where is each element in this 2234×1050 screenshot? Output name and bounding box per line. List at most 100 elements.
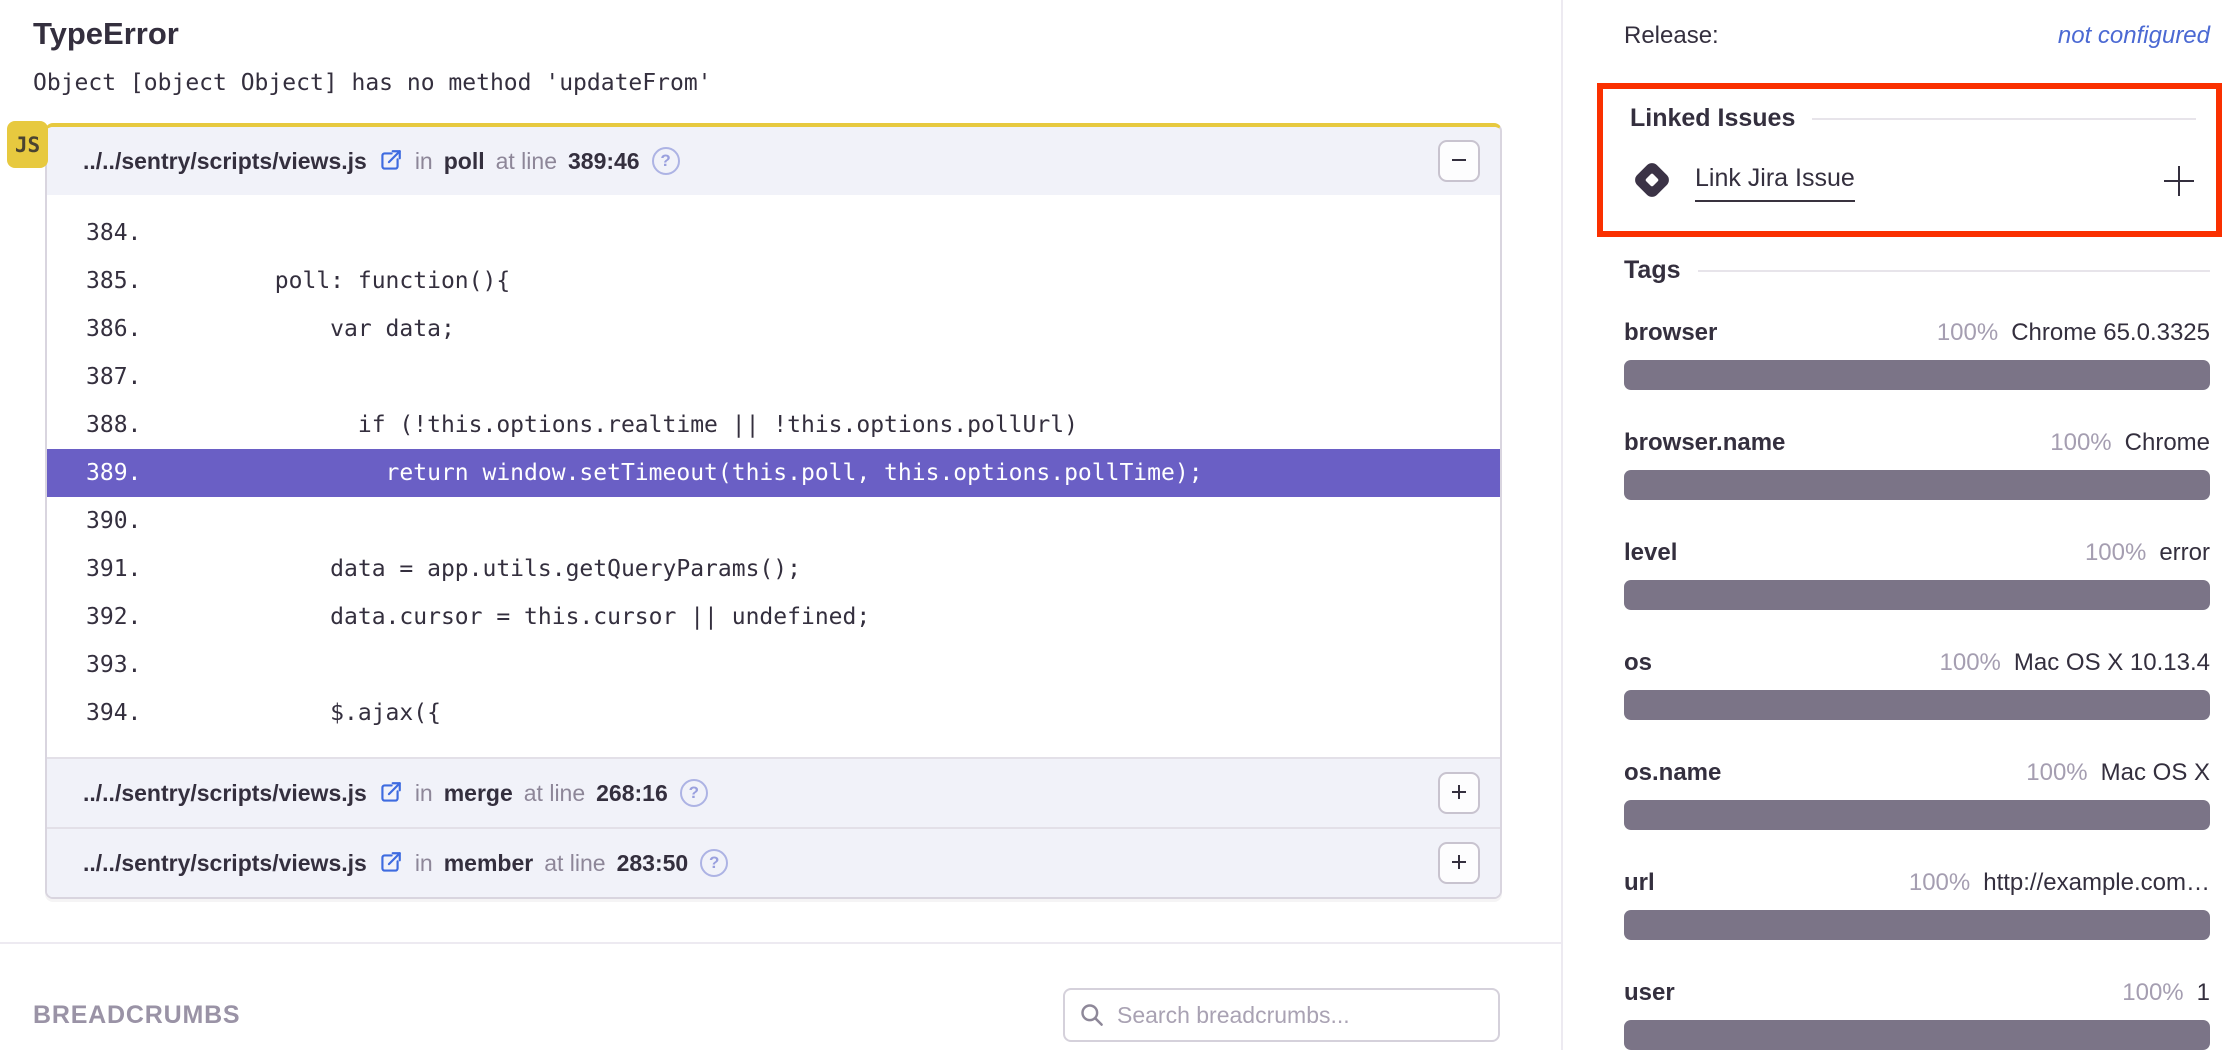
linked-issues-annotation-box: Linked Issues Link Jira Issue xyxy=(1597,83,2222,237)
line-code: if (!this.options.realtime || !this.opti… xyxy=(164,401,1078,449)
tag-key: level xyxy=(1624,539,1677,567)
line-code: $.ajax({ xyxy=(164,689,441,737)
tag-value-link[interactable]: error xyxy=(2159,539,2210,567)
frame-function: merge xyxy=(444,780,513,807)
tag-distribution-bar xyxy=(1624,360,2210,390)
line-number: 393. xyxy=(86,641,164,689)
header-rule xyxy=(1812,118,2196,120)
code-line: 392. data.cursor = this.cursor || undefi… xyxy=(47,593,1500,641)
release-not-configured-link[interactable]: not configured xyxy=(2058,22,2210,50)
tag-value-link[interactable]: http://example.com… xyxy=(1983,869,2210,897)
line-number: 388. xyxy=(86,401,164,449)
frame-line-number: 389:46 xyxy=(568,148,640,175)
frame-atline-label: at line xyxy=(496,148,557,175)
tag-key: browser xyxy=(1624,319,1717,347)
external-link-icon[interactable] xyxy=(377,780,403,806)
tag-value-link[interactable]: Chrome xyxy=(2125,429,2210,457)
release-label: Release: xyxy=(1624,22,1719,50)
expand-frame-button[interactable] xyxy=(1438,842,1480,884)
tag-value-link[interactable]: Chrome 65.0.3325 xyxy=(2011,319,2210,347)
frame-line-number: 268:16 xyxy=(596,780,668,807)
tag-value-link[interactable]: Mac OS X xyxy=(2101,759,2210,787)
exception-message: Object [object Object] has no method 'up… xyxy=(33,70,1561,96)
tag-row-url: url 100% http://example.com… xyxy=(1624,869,2210,940)
help-icon[interactable]: ? xyxy=(680,779,708,807)
add-linked-issue-button[interactable] xyxy=(2162,164,2196,201)
tag-row-level: level 100% error xyxy=(1624,539,2210,610)
line-number: 390. xyxy=(86,497,164,545)
line-code: poll: function(){ xyxy=(164,257,510,305)
link-jira-issue-link[interactable]: Link Jira Issue xyxy=(1695,164,1855,202)
line-number: 394. xyxy=(86,689,164,737)
frame-function: member xyxy=(444,850,533,877)
code-line: 393. xyxy=(47,641,1500,689)
plus-icon xyxy=(1449,852,1469,875)
frame-function: poll xyxy=(444,148,485,175)
tag-key: url xyxy=(1624,869,1655,897)
line-number: 384. xyxy=(86,209,164,257)
tag-distribution-bar xyxy=(1624,910,2210,940)
linked-issues-title: Linked Issues xyxy=(1630,104,1795,133)
code-line: 385. poll: function(){ xyxy=(47,257,1500,305)
stack-frame-header-member[interactable]: ../../sentry/scripts/views.js in member … xyxy=(47,827,1500,897)
breadcrumbs-header: BREADCRUMBS xyxy=(33,988,1561,1042)
search-icon xyxy=(1078,1001,1105,1033)
code-line: 391. data = app.utils.getQueryParams(); xyxy=(47,545,1500,593)
tag-distribution-bar xyxy=(1624,800,2210,830)
section-divider xyxy=(0,942,1561,944)
help-icon[interactable]: ? xyxy=(700,849,728,877)
platform-js-badge: JS xyxy=(7,121,48,168)
link-jira-issue-row: Link Jira Issue xyxy=(1630,158,2196,207)
minus-icon xyxy=(1449,150,1469,173)
main-column: TypeError Object [object Object] has no … xyxy=(0,0,1563,1050)
tag-percent: 100% xyxy=(1937,319,1998,347)
exception-title: TypeError xyxy=(33,16,1561,52)
code-line: 388. if (!this.options.realtime || !this… xyxy=(47,401,1500,449)
frame-line-number: 283:50 xyxy=(617,850,689,877)
breadcrumbs-title: BREADCRUMBS xyxy=(33,1001,240,1030)
help-icon[interactable]: ? xyxy=(652,147,680,175)
tag-row-user: user 100% 1 xyxy=(1624,979,2210,1050)
stack-frame-header-merge[interactable]: ../../sentry/scripts/views.js in merge a… xyxy=(47,757,1500,827)
stack-frame-list: ../../sentry/scripts/views.js in poll at… xyxy=(45,123,1502,899)
tag-key: user xyxy=(1624,979,1675,1007)
sidebar: Release: not configured Linked Issues Li… xyxy=(1563,0,2234,1050)
tag-value-link[interactable]: 1 xyxy=(2197,979,2210,1007)
line-code: var data; xyxy=(164,305,455,353)
code-line: 387. xyxy=(47,353,1500,401)
tags-title: Tags xyxy=(1624,256,1681,285)
collapse-frame-button[interactable] xyxy=(1438,140,1480,182)
tag-distribution-bar xyxy=(1624,580,2210,610)
code-line: 390. xyxy=(47,497,1500,545)
tag-distribution-bar xyxy=(1624,470,2210,500)
tag-percent: 100% xyxy=(2026,759,2087,787)
stack-frame-header-poll[interactable]: ../../sentry/scripts/views.js in poll at… xyxy=(47,127,1500,195)
line-code: data = app.utils.getQueryParams(); xyxy=(164,545,801,593)
tag-percent: 100% xyxy=(1940,649,2001,677)
plus-icon xyxy=(2162,164,2196,201)
external-link-icon[interactable] xyxy=(377,148,403,174)
expand-frame-button[interactable] xyxy=(1438,772,1480,814)
tag-key: browser.name xyxy=(1624,429,1785,457)
code-line: 384. xyxy=(47,209,1500,257)
frame-path: ../../sentry/scripts/views.js xyxy=(83,780,367,807)
stacktrace: JS ../../sentry/scripts/views.js in poll… xyxy=(45,123,1502,899)
external-link-icon[interactable] xyxy=(377,850,403,876)
frame-path: ../../sentry/scripts/views.js xyxy=(83,850,367,877)
frame-atline-label: at line xyxy=(524,780,585,807)
frame-path: ../../sentry/scripts/views.js xyxy=(83,148,367,175)
tag-percent: 100% xyxy=(2085,539,2146,567)
search-breadcrumbs-input[interactable] xyxy=(1063,988,1500,1042)
tag-value-link[interactable]: Mac OS X 10.13.4 xyxy=(2014,649,2210,677)
jira-icon xyxy=(1630,158,1674,207)
tag-row-os: os 100% Mac OS X 10.13.4 xyxy=(1624,649,2210,720)
plus-icon xyxy=(1449,782,1469,805)
code-line-crash: 389. return window.setTimeout(this.poll,… xyxy=(47,449,1500,497)
tag-distribution-bar xyxy=(1624,690,2210,720)
issue-detail-page: TypeError Object [object Object] has no … xyxy=(0,0,2234,1050)
code-line: 394. $.ajax({ xyxy=(47,689,1500,737)
line-number: 392. xyxy=(86,593,164,641)
tag-distribution-bar xyxy=(1624,1020,2210,1050)
tag-percent: 100% xyxy=(1909,869,1970,897)
line-number: 391. xyxy=(86,545,164,593)
